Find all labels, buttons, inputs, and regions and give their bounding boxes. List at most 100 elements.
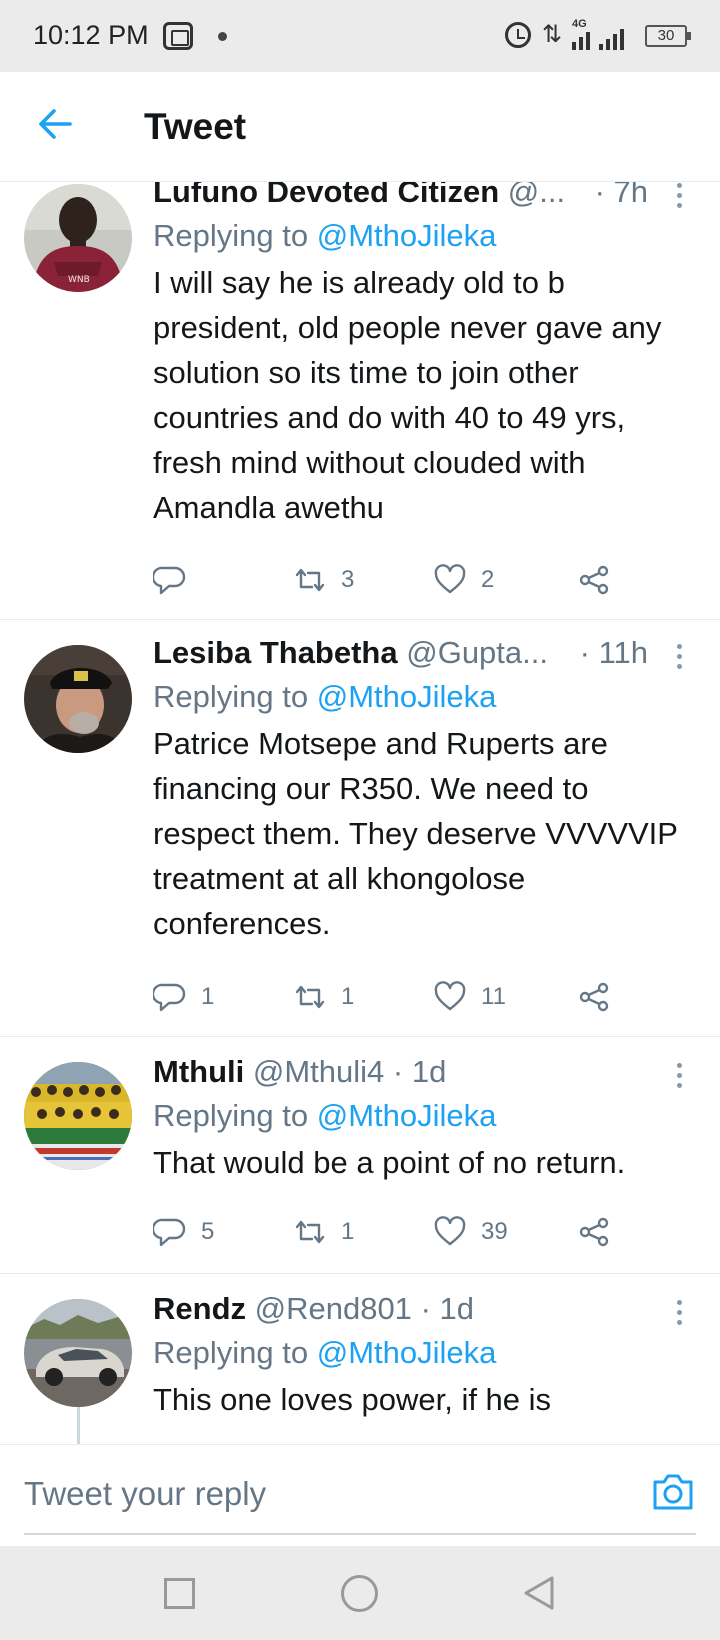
- recents-square-icon[interactable]: [164, 1578, 195, 1609]
- like-count: 39: [481, 1218, 508, 1245]
- replying-label: Replying to: [153, 679, 309, 714]
- tweet-text: This one loves power, if he is: [153, 1382, 552, 1417]
- tweet-actions: 5 1 39: [153, 1214, 633, 1250]
- like-count: 2: [481, 566, 495, 593]
- notification-dot-icon: [218, 32, 227, 41]
- tweet-time: · 11h: [573, 635, 648, 671]
- reply-input-underline: [24, 1533, 696, 1535]
- svg-text:WNB: WNB: [68, 275, 90, 285]
- replying-to-link[interactable]: @MthoJileka: [317, 679, 497, 714]
- author-handle[interactable]: @Rend801: [255, 1291, 412, 1326]
- author-handle[interactable]: @Gupta...: [406, 635, 548, 670]
- author-name[interactable]: Rendz: [153, 1291, 246, 1326]
- reply-count: 1: [201, 983, 215, 1010]
- replying-to-link[interactable]: @MthoJileka: [317, 1098, 497, 1133]
- share-button[interactable]: [577, 1214, 611, 1250]
- replying-label: Replying to: [153, 1098, 309, 1133]
- more-options-icon[interactable]: [670, 182, 688, 210]
- tweet-time: · 7h: [588, 182, 648, 210]
- avatar[interactable]: [24, 1299, 132, 1407]
- share-icon: [579, 1217, 609, 1247]
- retweet-button[interactable]: 3: [293, 562, 354, 598]
- reply-count: 5: [201, 1218, 215, 1245]
- replying-to: Replying to @MthoJileka: [153, 218, 496, 254]
- tweet-time: · 1d: [392, 1054, 447, 1089]
- share-icon: [579, 982, 609, 1012]
- tweet-header: Lufuno Devoted Citizen @... · 7h: [153, 182, 648, 210]
- like-button[interactable]: 2: [433, 562, 494, 598]
- retweet-icon: [295, 568, 325, 592]
- replying-to-link[interactable]: @MthoJileka: [317, 1335, 497, 1370]
- reply-button[interactable]: 1: [153, 979, 214, 1015]
- author-handle[interactable]: @Mthuli4: [253, 1054, 384, 1089]
- avatar[interactable]: WNB: [24, 184, 132, 292]
- tweet-item[interactable]: Mthuli @Mthuli4 · 1d Replying to @MthoJi…: [0, 1038, 720, 1274]
- share-button[interactable]: [577, 979, 611, 1015]
- more-options-icon[interactable]: [670, 1297, 688, 1327]
- heart-icon: [434, 1216, 466, 1246]
- replying-label: Replying to: [153, 218, 309, 253]
- retweet-button[interactable]: 1: [293, 979, 354, 1015]
- battery-icon: 30: [645, 25, 691, 47]
- reply-composer: [0, 1444, 720, 1546]
- tweet-actions: 1 1 11: [153, 979, 633, 1015]
- tweet-actions: 3 2: [153, 562, 633, 598]
- network-type: 4G: [572, 18, 587, 30]
- replying-to: Replying to @MthoJileka: [153, 679, 496, 715]
- tweet-text: That would be a point of no return.: [153, 1145, 626, 1180]
- avatar[interactable]: [24, 1062, 132, 1170]
- author-handle[interactable]: @...: [508, 182, 565, 209]
- more-options-icon[interactable]: [670, 1060, 688, 1090]
- tweet-item[interactable]: Lesiba Thabetha @Gupta... · 11h Replying…: [0, 621, 720, 1037]
- top-app-bar: Tweet: [0, 72, 720, 182]
- alarm-icon: [505, 22, 531, 48]
- reply-icon: [153, 566, 186, 595]
- back-arrow-icon[interactable]: [32, 100, 80, 148]
- tweet-header: Lesiba Thabetha @Gupta... · 11h: [153, 635, 648, 671]
- avatar[interactable]: [24, 645, 132, 753]
- retweet-button[interactable]: 1: [293, 1214, 354, 1250]
- replying-label: Replying to: [153, 1335, 309, 1370]
- tweet-time: · 1d: [420, 1291, 474, 1326]
- heart-icon: [434, 564, 466, 594]
- reply-button[interactable]: [153, 562, 201, 598]
- replying-to: Replying to @MthoJileka: [153, 1098, 496, 1134]
- replying-to: Replying to @MthoJileka: [153, 1335, 496, 1371]
- retweet-icon: [295, 1220, 325, 1244]
- author-name[interactable]: Mthuli: [153, 1054, 244, 1089]
- tweet-text: Patrice Motsepe and Ruperts are financin…: [153, 726, 678, 941]
- author-name[interactable]: Lesiba Thabetha: [153, 635, 398, 670]
- status-bar: 10:12 PM ⇅ 4G 30: [0, 0, 720, 72]
- signal-icon: 4G: [572, 18, 632, 50]
- tweet-item[interactable]: Rendz @Rend801 · 1d Replying to @MthoJil…: [0, 1275, 720, 1444]
- retweet-count: 3: [341, 566, 355, 593]
- share-icon: [579, 565, 609, 595]
- like-button[interactable]: 39: [433, 1214, 508, 1250]
- camera-icon[interactable]: [650, 1469, 696, 1515]
- home-circle-icon[interactable]: [341, 1575, 378, 1612]
- heart-icon: [434, 981, 466, 1011]
- tweet-item[interactable]: WNB Lufuno Devoted Citizen @... · 7h Rep…: [0, 182, 720, 620]
- page-title: Tweet: [144, 106, 247, 147]
- data-arrows-icon: ⇅: [542, 20, 563, 48]
- thread-connector-line: [77, 1407, 80, 1444]
- like-count: 11: [481, 983, 506, 1010]
- reply-icon: [153, 983, 186, 1012]
- back-triangle-icon[interactable]: [522, 1575, 556, 1611]
- status-time: 10:12 PM: [33, 20, 149, 50]
- replies-feed[interactable]: WNB Lufuno Devoted Citizen @... · 7h Rep…: [0, 182, 720, 1444]
- reply-button[interactable]: 5: [153, 1214, 214, 1250]
- retweet-icon: [295, 985, 325, 1009]
- reply-input[interactable]: [24, 1467, 584, 1521]
- app-icon: [163, 22, 193, 50]
- replying-to-link[interactable]: @MthoJileka: [317, 218, 497, 253]
- retweet-count: 1: [341, 983, 355, 1010]
- share-button[interactable]: [577, 562, 611, 598]
- more-options-icon[interactable]: [670, 641, 688, 671]
- like-button[interactable]: 11: [433, 979, 506, 1015]
- reply-icon: [153, 1218, 186, 1247]
- tweet-text: I will say he is already old to b presid…: [153, 265, 662, 525]
- retweet-count: 1: [341, 1218, 355, 1245]
- author-name[interactable]: Lufuno Devoted Citizen: [153, 182, 499, 209]
- system-nav-bar: [0, 1546, 720, 1640]
